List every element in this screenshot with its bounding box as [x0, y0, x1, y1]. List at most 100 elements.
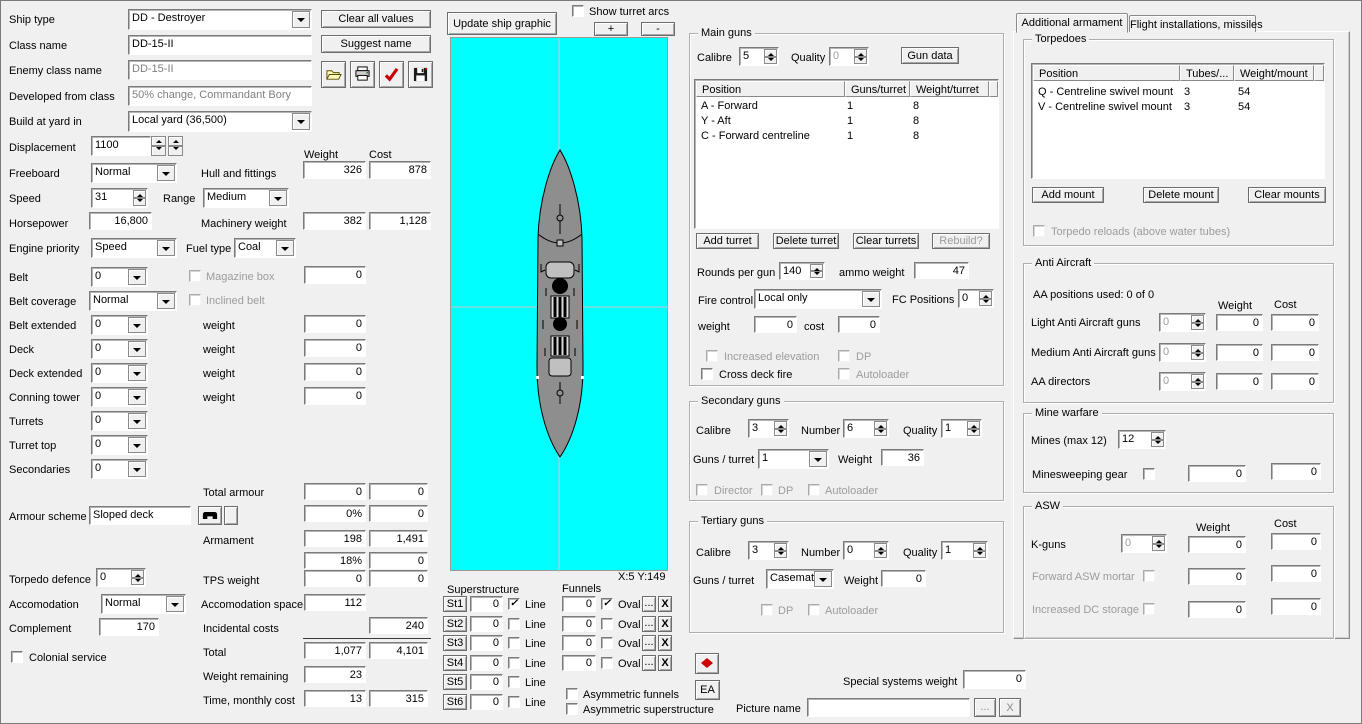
mg-col-weight[interactable]: Weight/turret [910, 81, 989, 97]
belt-select[interactable]: 0 [91, 267, 148, 287]
deck-select[interactable]: 0 [91, 339, 148, 359]
funnel3-delete-button[interactable]: X [658, 635, 672, 651]
funnel1-oval-checkbox[interactable]: ✓ [601, 598, 613, 610]
displacement-stepper[interactable] [151, 136, 166, 156]
st5-button[interactable]: St5 [443, 674, 467, 690]
funnel1-value-field[interactable]: 0 [562, 596, 596, 612]
chevron-down-icon[interactable] [276, 240, 294, 256]
chevron-down-icon[interactable] [292, 113, 310, 130]
st6-line-checkbox[interactable] [508, 696, 520, 708]
chevron-down-icon[interactable] [292, 11, 310, 28]
tg-quality-spinner[interactable]: 1 [941, 541, 988, 560]
chevron-down-icon[interactable] [128, 317, 146, 333]
fuel-type-select[interactable]: Coal [234, 238, 296, 258]
chevron-down-icon[interactable] [128, 437, 146, 453]
chevron-down-icon[interactable] [269, 190, 287, 206]
funnel2-value-field[interactable]: 0 [562, 616, 596, 632]
funnel4-delete-button[interactable]: X [658, 655, 672, 671]
belt-coverage-select[interactable]: Normal [89, 291, 177, 311]
class-name-input[interactable]: DD-15-II [128, 35, 312, 55]
fc-positions-spinner[interactable]: 0 [958, 289, 994, 308]
ship-type-select[interactable]: DD - Destroyer [128, 9, 312, 30]
print-button[interactable] [350, 61, 375, 88]
picture-clear-button[interactable]: X [999, 698, 1021, 717]
funnel3-browse-button[interactable]: ... [642, 635, 656, 651]
sg-guns-per-turret-select[interactable]: 1 [758, 449, 829, 469]
mg-col-position[interactable]: Position [696, 81, 845, 97]
st2-button[interactable]: St2 [443, 616, 467, 632]
funnel4-value-field[interactable]: 0 [562, 655, 596, 671]
tg-calibre-spinner[interactable]: 3 [748, 541, 789, 560]
conning-tower-select[interactable]: 0 [91, 387, 148, 407]
st3-line-checkbox[interactable] [508, 637, 520, 649]
range-select[interactable]: Medium [203, 188, 289, 208]
delete-turret-button[interactable]: Delete turret [773, 233, 839, 249]
chevron-down-icon[interactable] [157, 165, 175, 181]
chevron-down-icon[interactable] [128, 461, 146, 477]
tp-col-tubes[interactable]: Tubes/... [1180, 65, 1234, 81]
torpedo-defence-spinner[interactable]: 0 [96, 568, 146, 587]
armour-scheme-extra-button[interactable] [224, 506, 238, 525]
add-turret-button[interactable]: Add turret [696, 233, 759, 249]
sg-quality-spinner[interactable]: 1 [941, 419, 982, 438]
secondaries-select[interactable]: 0 [91, 459, 148, 479]
turrets-select[interactable]: 0 [91, 411, 148, 431]
sg-number-spinner[interactable]: 6 [843, 419, 889, 438]
speed-spinner[interactable]: 31 [91, 188, 148, 208]
st4-value-field[interactable]: 0 [470, 655, 503, 671]
funnel3-oval-checkbox[interactable] [601, 637, 613, 649]
ship-graphic-canvas[interactable] [450, 37, 669, 572]
funnel1-browse-button[interactable]: ... [642, 596, 656, 612]
suggest-name-button[interactable]: Suggest name [321, 35, 431, 53]
rounds-per-gun-spinner[interactable]: 140 [779, 262, 825, 280]
funnel2-delete-button[interactable]: X [658, 616, 672, 632]
kguns-spinner[interactable]: 0 [1121, 534, 1167, 553]
st1-line-checkbox[interactable]: ✓ [508, 598, 520, 610]
mg-row-c[interactable]: C - Forward centreline 1 8 [697, 130, 995, 144]
sg-calibre-spinner[interactable]: 3 [748, 419, 789, 438]
minesweeping-gear-checkbox[interactable] [1143, 468, 1155, 480]
st4-button[interactable]: St4 [443, 655, 467, 671]
funnel4-browse-button[interactable]: ... [642, 655, 656, 671]
st1-value-field[interactable]: 0 [470, 596, 503, 612]
chevron-down-icon[interactable] [128, 389, 146, 405]
funnel3-value-field[interactable]: 0 [562, 635, 596, 651]
funnel2-oval-checkbox[interactable] [601, 618, 613, 630]
displacement-stepper-coarse[interactable] [168, 136, 183, 156]
mg-quality-spinner[interactable]: 0 [829, 47, 869, 66]
turret-top-select[interactable]: 0 [91, 435, 148, 455]
mg-col-guns[interactable]: Guns/turret [845, 81, 910, 97]
gun-data-button[interactable]: Gun data [901, 47, 959, 64]
asymmetric-superstructure-checkbox[interactable] [566, 703, 578, 715]
st4-line-checkbox[interactable] [508, 657, 520, 669]
st2-value-field[interactable]: 0 [470, 616, 503, 632]
funnel2-browse-button[interactable]: ... [642, 616, 656, 632]
chevron-down-icon[interactable] [157, 240, 175, 256]
main-guns-table[interactable]: Position Guns/turret Weight/turret A - F… [694, 79, 999, 229]
picture-browse-button[interactable]: ... [974, 698, 996, 717]
validate-button[interactable] [379, 61, 404, 88]
tg-guns-per-turret-select[interactable]: Casemate: [766, 569, 834, 589]
st1-button[interactable]: St1 [443, 596, 467, 612]
asymmetric-funnels-checkbox[interactable] [566, 688, 578, 700]
developed-from-input[interactable]: 50% change, Commandant Bory [128, 86, 312, 106]
chevron-down-icon[interactable] [128, 413, 146, 429]
delete-mount-button[interactable]: Delete mount [1143, 187, 1219, 203]
chevron-down-icon[interactable] [128, 269, 146, 285]
tp-row-v[interactable]: V - Centreline swivel mount 3 54 [1034, 101, 1321, 115]
picture-name-input[interactable] [807, 698, 970, 717]
mg-calibre-spinner[interactable]: 5 [739, 47, 779, 66]
chevron-down-icon[interactable] [157, 293, 175, 309]
update-ship-graphic-button[interactable]: Update ship graphic [447, 12, 557, 35]
fire-control-select[interactable]: Local only [754, 289, 882, 309]
mines-spinner[interactable]: 12 [1118, 430, 1166, 449]
funnel1-delete-button[interactable]: X [658, 596, 672, 612]
colonial-service-checkbox[interactable] [11, 651, 23, 663]
displacement-input[interactable]: 1100 [91, 136, 151, 156]
zoom-in-button[interactable]: + [594, 22, 628, 36]
tp-row-q[interactable]: Q - Centreline swivel mount 3 54 [1034, 86, 1321, 100]
st3-button[interactable]: St3 [443, 635, 467, 651]
mg-row-a[interactable]: A - Forward 1 8 [697, 100, 995, 114]
medium-aa-spinner[interactable]: 0 [1159, 343, 1206, 362]
st6-button[interactable]: St6 [443, 694, 467, 710]
